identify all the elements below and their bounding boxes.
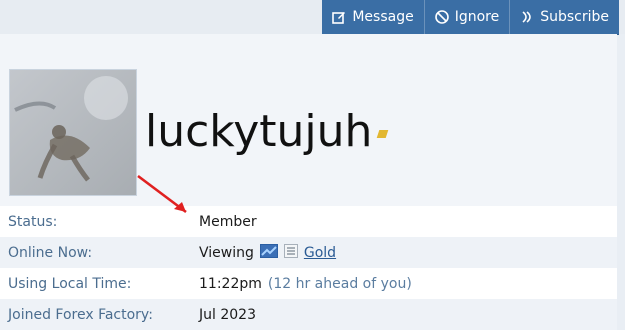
list-icon bbox=[283, 243, 298, 262]
username: luckytujuh bbox=[145, 106, 373, 157]
info-row-online-now: Online Now: Viewing Gold bbox=[0, 237, 617, 268]
annotation-arrow-icon bbox=[137, 174, 187, 214]
online-now-value: Viewing Gold bbox=[199, 243, 336, 262]
subscribe-button[interactable]: Subscribe bbox=[509, 0, 619, 34]
joined-value: Jul 2023 bbox=[199, 306, 256, 323]
message-button[interactable]: Message bbox=[322, 0, 423, 34]
ignore-user-icon bbox=[434, 10, 449, 24]
info-row-joined: Joined Forex Factory: Jul 2023 bbox=[0, 299, 617, 330]
local-time: 11:22pm bbox=[199, 275, 262, 292]
online-now-link[interactable]: Gold bbox=[304, 245, 336, 261]
online-now-prefix: Viewing bbox=[199, 244, 254, 261]
local-time-value: 11:22pm (12 hr ahead of you) bbox=[199, 276, 412, 292]
message-edit-icon bbox=[332, 10, 346, 24]
membership-badge-icon bbox=[376, 130, 389, 138]
online-now-label: Online Now: bbox=[8, 244, 93, 261]
local-time-label: Using Local Time: bbox=[8, 275, 132, 292]
info-row-status: Status: Member bbox=[0, 206, 617, 237]
subscribe-icon bbox=[520, 10, 534, 24]
ignore-label: Ignore bbox=[454, 9, 500, 25]
avatar[interactable] bbox=[9, 69, 137, 196]
subscribe-label: Subscribe bbox=[540, 9, 609, 25]
profile-frame: Message Ignore Subscribe luckytujuh Stat… bbox=[0, 0, 625, 330]
profile-info: Status: Member Online Now: Viewing Gold … bbox=[0, 206, 617, 330]
joined-label: Joined Forex Factory: bbox=[8, 306, 153, 323]
chart-icon bbox=[259, 243, 278, 262]
info-row-local-time: Using Local Time: 11:22pm (12 hr ahead o… bbox=[0, 268, 617, 299]
message-label: Message bbox=[352, 9, 414, 25]
ignore-button[interactable]: Ignore bbox=[423, 0, 510, 34]
local-time-note: (12 hr ahead of you) bbox=[267, 275, 412, 292]
profile-panel: luckytujuh Status: Member Online Now: Vi… bbox=[0, 34, 617, 330]
profile-actions: Message Ignore Subscribe bbox=[322, 0, 619, 35]
